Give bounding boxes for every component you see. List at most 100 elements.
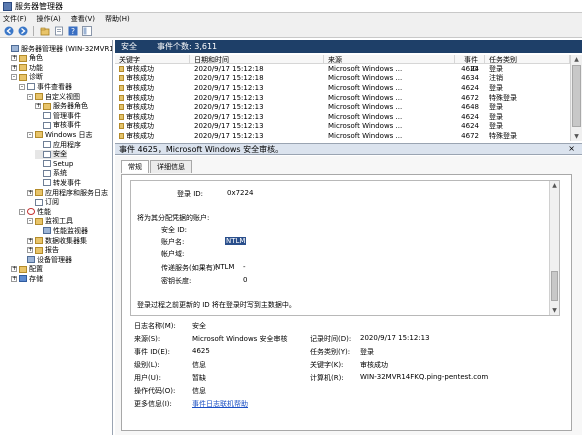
tree-item[interactable]: + 数据收集器集 <box>27 236 87 245</box>
tree-item[interactable]: Setup <box>35 159 73 168</box>
tree-item[interactable]: 审核事件 <box>35 121 81 130</box>
event-keyword-cell: 审核成功 <box>115 73 190 83</box>
up-folder-icon[interactable] <box>39 25 50 36</box>
tree-item[interactable]: - 自定义视图 <box>27 92 80 101</box>
tree-item-label: 功能 <box>29 63 43 72</box>
tree-item[interactable]: - 性能 <box>19 207 51 216</box>
event-row[interactable]: 审核成功 2020/9/17 15:12:13 Microsoft Windows … <box>115 112 570 122</box>
log-name-tab[interactable]: 安全 <box>121 41 137 52</box>
menu-view[interactable]: 查看(V) <box>71 14 95 24</box>
event-row[interactable]: 审核成功 2020/9/17 15:12:13 Microsoft Windows … <box>115 131 570 141</box>
properties-icon[interactable] <box>53 25 64 36</box>
event-description-box[interactable]: 登录 ID: 0x7224 将为其分配凭据的账户: 安全 ID: 账户名: NT… <box>130 180 560 316</box>
collapse-icon[interactable]: - <box>27 131 33 138</box>
event-log-online-help-link[interactable]: 事件日志联机帮助 <box>192 399 248 409</box>
tab-details[interactable]: 详细信息 <box>150 160 192 173</box>
tree-item[interactable]: 安全 <box>35 149 67 159</box>
menu-action[interactable]: 操作(A) <box>37 14 61 24</box>
event-id-cell: 4648 <box>461 103 479 112</box>
column-task-category[interactable]: 任务类别 <box>485 55 570 64</box>
event-task-cell: 注销 <box>489 74 503 83</box>
event-row[interactable]: 审核成功 2020/9/17 15:12:13 Microsoft Windows … <box>115 102 570 112</box>
desc-logon-id-value: 0x7224 <box>227 189 254 197</box>
expand-icon[interactable]: + <box>11 275 17 282</box>
collapse-icon[interactable]: - <box>27 93 33 100</box>
expand-icon[interactable]: + <box>35 103 41 110</box>
desc-key-length-value: 0 <box>243 276 248 284</box>
folder-icon <box>19 54 27 62</box>
tree-item-label: 安全 <box>53 150 67 159</box>
tree-item[interactable]: + 应用程序和服务日志 <box>27 188 108 197</box>
desc-scroll-thumb[interactable] <box>551 271 558 301</box>
expand-icon[interactable]: + <box>11 266 17 273</box>
description-scrollbar[interactable]: ▲ ▼ <box>549 181 559 315</box>
tree-item[interactable]: 转发事件 <box>35 178 81 187</box>
desc-account-name-label: 账户名: <box>161 238 185 246</box>
event-row[interactable]: 审核成功 2020/9/17 15:12:13 Microsoft Windows … <box>115 93 570 103</box>
scroll-down-arrow-icon[interactable]: ▼ <box>571 132 582 141</box>
column-event-id[interactable]: 事件 ID <box>455 55 485 73</box>
forward-arrow-icon[interactable] <box>17 25 28 36</box>
show-hide-tree-icon[interactable] <box>81 25 92 36</box>
tree-item[interactable]: 服务器管理器 (WIN-32MVR14FKQ) <box>3 44 112 53</box>
collapse-icon[interactable]: - <box>19 83 25 90</box>
column-datetime[interactable]: 日期和时间 <box>190 55 324 64</box>
tree-item[interactable]: + 角色 <box>11 54 43 63</box>
tree-item[interactable]: - 诊断 <box>11 73 43 82</box>
event-row[interactable]: 审核成功 2020/9/17 15:12:13 Microsoft Windows … <box>115 83 570 93</box>
event-list-scrollbar[interactable]: ▲ ▼ <box>570 55 582 141</box>
tree-item[interactable]: 系统 <box>35 169 67 178</box>
event-keyword-cell: 审核成功 <box>115 64 190 74</box>
event-task-cell: 登录 <box>489 83 503 92</box>
desc-transited-dash: - <box>243 263 246 271</box>
event-detail-pane: 常规 详细信息 登录 ID: 0x7224 将为其分配凭据的账户: 安全 ID:… <box>115 156 582 435</box>
collapse-icon[interactable]: - <box>27 218 33 225</box>
menu-file[interactable]: 文件(F) <box>3 14 27 24</box>
collapse-icon[interactable]: - <box>19 208 25 215</box>
desc-scroll-down-icon[interactable]: ▼ <box>550 306 559 315</box>
expand-icon[interactable]: + <box>27 237 33 244</box>
tree-item[interactable]: - 监视工具 <box>27 217 73 226</box>
event-task-cell: 登录 <box>489 103 503 112</box>
tree-item-label: 应用程序和服务日志 <box>45 188 108 197</box>
column-keywords[interactable]: 关键字 <box>115 55 190 64</box>
expand-icon[interactable]: + <box>27 247 33 254</box>
log-icon <box>43 141 51 148</box>
scroll-up-arrow-icon[interactable]: ▲ <box>571 55 582 64</box>
tree-item[interactable]: + 配置 <box>11 265 43 274</box>
event-row[interactable]: 审核成功 2020/9/17 15:12:18 Microsoft Windows … <box>115 64 570 74</box>
help-icon[interactable]: ? <box>67 25 78 36</box>
event-row[interactable]: 审核成功 2020/9/17 15:12:13 Microsoft Windows … <box>115 122 570 132</box>
tree-item[interactable]: 设备管理器 <box>19 255 72 264</box>
tree-item[interactable]: 订阅 <box>27 198 59 207</box>
tree-item[interactable]: 应用程序 <box>35 140 81 149</box>
tree-item[interactable]: + 报告 <box>27 246 59 255</box>
tree-item-label: 订阅 <box>45 198 59 207</box>
event-row[interactable]: 审核成功 2020/9/17 15:12:18 Microsoft Windows … <box>115 74 570 84</box>
tree-item[interactable]: - 事件查看器 <box>19 82 72 91</box>
tree-item[interactable]: 管理事件 <box>35 111 81 120</box>
tree-item-label: 报告 <box>45 246 59 255</box>
event-keyword-cell: 审核成功 <box>115 102 190 112</box>
menu-help[interactable]: 帮助(H) <box>105 14 130 24</box>
toolbar-separator <box>33 25 34 36</box>
collapse-icon[interactable]: - <box>11 74 17 81</box>
log-icon <box>43 112 51 120</box>
expand-icon[interactable]: + <box>11 55 17 62</box>
tree-item-label: Setup <box>53 159 74 168</box>
tree-item[interactable]: + 服务器角色 <box>35 102 88 111</box>
prop-more-info-label: 更多信息(I): <box>134 400 172 408</box>
tab-general[interactable]: 常规 <box>121 160 149 173</box>
tree-item[interactable]: + 存储 <box>11 274 43 283</box>
expand-icon[interactable]: + <box>27 189 33 196</box>
tree-item[interactable]: 性能监视器 <box>35 226 88 235</box>
tree-item[interactable]: - Windows 日志 <box>27 130 92 139</box>
event-source-cell: Microsoft Windows ... <box>328 93 403 102</box>
expand-icon[interactable]: + <box>11 64 17 71</box>
scroll-thumb[interactable] <box>572 65 581 127</box>
tree-item[interactable]: + 功能 <box>11 63 43 72</box>
column-source[interactable]: 来源 <box>324 55 455 64</box>
close-icon[interactable]: × <box>568 144 575 153</box>
back-arrow-icon[interactable] <box>3 25 14 36</box>
desc-scroll-up-icon[interactable]: ▲ <box>550 181 559 190</box>
